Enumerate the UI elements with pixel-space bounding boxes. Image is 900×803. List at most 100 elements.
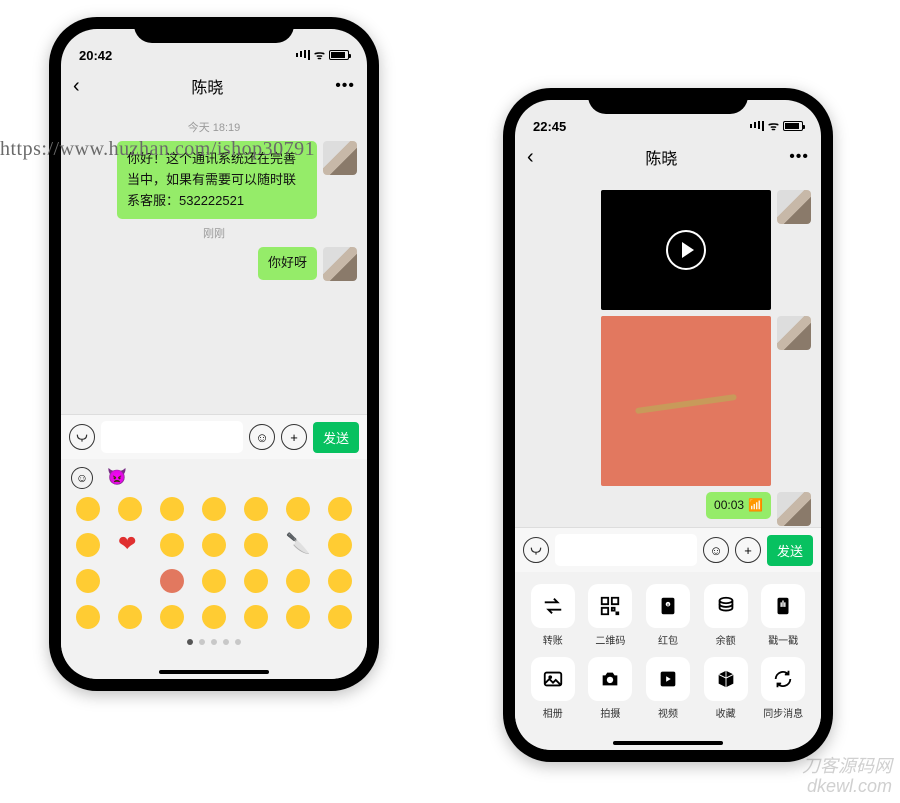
home-indicator[interactable] [613, 741, 723, 745]
action-favorite[interactable]: 收藏 [700, 657, 752, 720]
emoji-icon[interactable]: ☺ [249, 424, 275, 450]
pager-dot[interactable] [211, 639, 217, 645]
watermark-corner: 刀客源码网 dkewl.com [802, 757, 892, 797]
action-grid: 转账 二维码 ¥ 红包 余额 戳一戳 相册 [515, 572, 821, 728]
signal-icon [296, 50, 310, 60]
nav-bar: ‹ 陈晓 ••• [61, 65, 367, 107]
emoji-tab-classic[interactable]: ☺ [71, 467, 93, 489]
chat-area[interactable]: 00:03 📶 [515, 178, 821, 527]
battery-icon [783, 121, 803, 131]
action-poke[interactable]: 戳一戳 [757, 584, 809, 647]
action-label: 戳一戳 [768, 632, 798, 647]
image-message[interactable] [601, 316, 771, 486]
emoji-face[interactable] [118, 605, 142, 629]
voice-input-icon[interactable] [523, 537, 549, 563]
action-label: 拍摄 [600, 705, 620, 720]
input-bar: ☺ + 发送 [515, 527, 821, 572]
emoji-face[interactable] [328, 497, 352, 521]
emoji-heart[interactable] [118, 533, 142, 557]
action-transfer[interactable]: 转账 [527, 584, 579, 647]
watermark-url: https://www.huzhan.com/ishop30791 [0, 138, 315, 161]
emoji-face[interactable] [76, 497, 100, 521]
pager-dot[interactable] [235, 639, 241, 645]
avatar[interactable] [777, 492, 811, 526]
pager-dot[interactable] [223, 639, 229, 645]
emoji-face[interactable] [118, 497, 142, 521]
emoji-face[interactable] [76, 533, 100, 557]
emoji-grid: 🔪 [71, 497, 357, 629]
message-row [525, 190, 811, 310]
emoji-face[interactable] [286, 497, 310, 521]
voice-input-icon[interactable] [69, 424, 95, 450]
action-label: 红包 [658, 632, 678, 647]
action-camera[interactable]: 拍摄 [585, 657, 637, 720]
emoji-face[interactable] [202, 605, 226, 629]
emoji-face[interactable] [244, 497, 268, 521]
sound-wave-icon: 📶 [748, 496, 763, 515]
action-qrcode[interactable]: 二维码 [585, 584, 637, 647]
pager-dot[interactable] [187, 639, 193, 645]
watermark-line1: 刀客源码网 [802, 757, 892, 777]
audio-message[interactable]: 00:03 📶 [706, 492, 771, 519]
avatar[interactable] [323, 141, 357, 175]
emoji-face[interactable] [286, 605, 310, 629]
emoji-face[interactable] [244, 569, 268, 593]
emoji-face[interactable] [160, 569, 184, 593]
contact-title: 陈晓 [645, 145, 677, 169]
notch [134, 17, 294, 43]
emoji-panel: ☺ 👿 🔪 [61, 459, 367, 657]
emoji-face[interactable] [244, 605, 268, 629]
timestamp: 今天 18:19 [71, 119, 357, 135]
emoji-face[interactable] [244, 533, 268, 557]
back-button[interactable]: ‹ [73, 75, 80, 98]
emoji-face[interactable] [202, 569, 226, 593]
timestamp: 刚刚 [71, 225, 357, 241]
play-icon [666, 230, 706, 270]
nav-bar: ‹ 陈晓 ••• [515, 136, 821, 178]
battery-icon [329, 50, 349, 60]
pager [71, 639, 357, 645]
message-input[interactable] [101, 421, 243, 453]
action-album[interactable]: 相册 [527, 657, 579, 720]
emoji-face[interactable] [76, 569, 100, 593]
action-video[interactable]: 视频 [642, 657, 694, 720]
emoji-face[interactable] [328, 569, 352, 593]
emoji-face[interactable] [286, 569, 310, 593]
avatar[interactable] [777, 190, 811, 224]
message-row [525, 316, 811, 486]
home-indicator[interactable] [159, 670, 269, 674]
message-input[interactable] [555, 534, 697, 566]
emoji-face[interactable] [328, 605, 352, 629]
phone-right: 22:45 ᯤ ‹ 陈晓 ••• [503, 88, 833, 762]
plus-icon[interactable]: + [735, 537, 761, 563]
emoji-face[interactable] [202, 497, 226, 521]
more-button[interactable]: ••• [789, 148, 809, 166]
avatar[interactable] [323, 247, 357, 281]
send-button[interactable]: 发送 [313, 422, 359, 453]
action-sync[interactable]: 同步消息 [757, 657, 809, 720]
message-row: 00:03 📶 [525, 492, 811, 526]
action-label: 二维码 [595, 632, 625, 647]
message-bubble[interactable]: 你好呀 [258, 247, 317, 280]
action-balance[interactable]: 余额 [700, 584, 752, 647]
back-button[interactable]: ‹ [527, 146, 534, 169]
video-message[interactable] [601, 190, 771, 310]
emoji-face[interactable] [160, 533, 184, 557]
send-button[interactable]: 发送 [767, 535, 813, 566]
avatar[interactable] [777, 316, 811, 350]
emoji-face[interactable] [328, 533, 352, 557]
emoji-face[interactable] [202, 533, 226, 557]
action-redpacket[interactable]: ¥ 红包 [642, 584, 694, 647]
plus-icon[interactable]: + [281, 424, 307, 450]
emoji-tab-sticker[interactable]: 👿 [107, 467, 127, 489]
notch [588, 88, 748, 114]
more-button[interactable]: ••• [335, 77, 355, 95]
emoji-face[interactable] [160, 497, 184, 521]
message-row: 你好呀 [71, 247, 357, 281]
wifi-icon: ᯤ [768, 117, 779, 134]
emoji-face[interactable] [160, 605, 184, 629]
emoji-face[interactable] [76, 605, 100, 629]
emoji-icon[interactable]: ☺ [703, 537, 729, 563]
emoji-cleaver[interactable]: 🔪 [286, 533, 311, 557]
pager-dot[interactable] [199, 639, 205, 645]
